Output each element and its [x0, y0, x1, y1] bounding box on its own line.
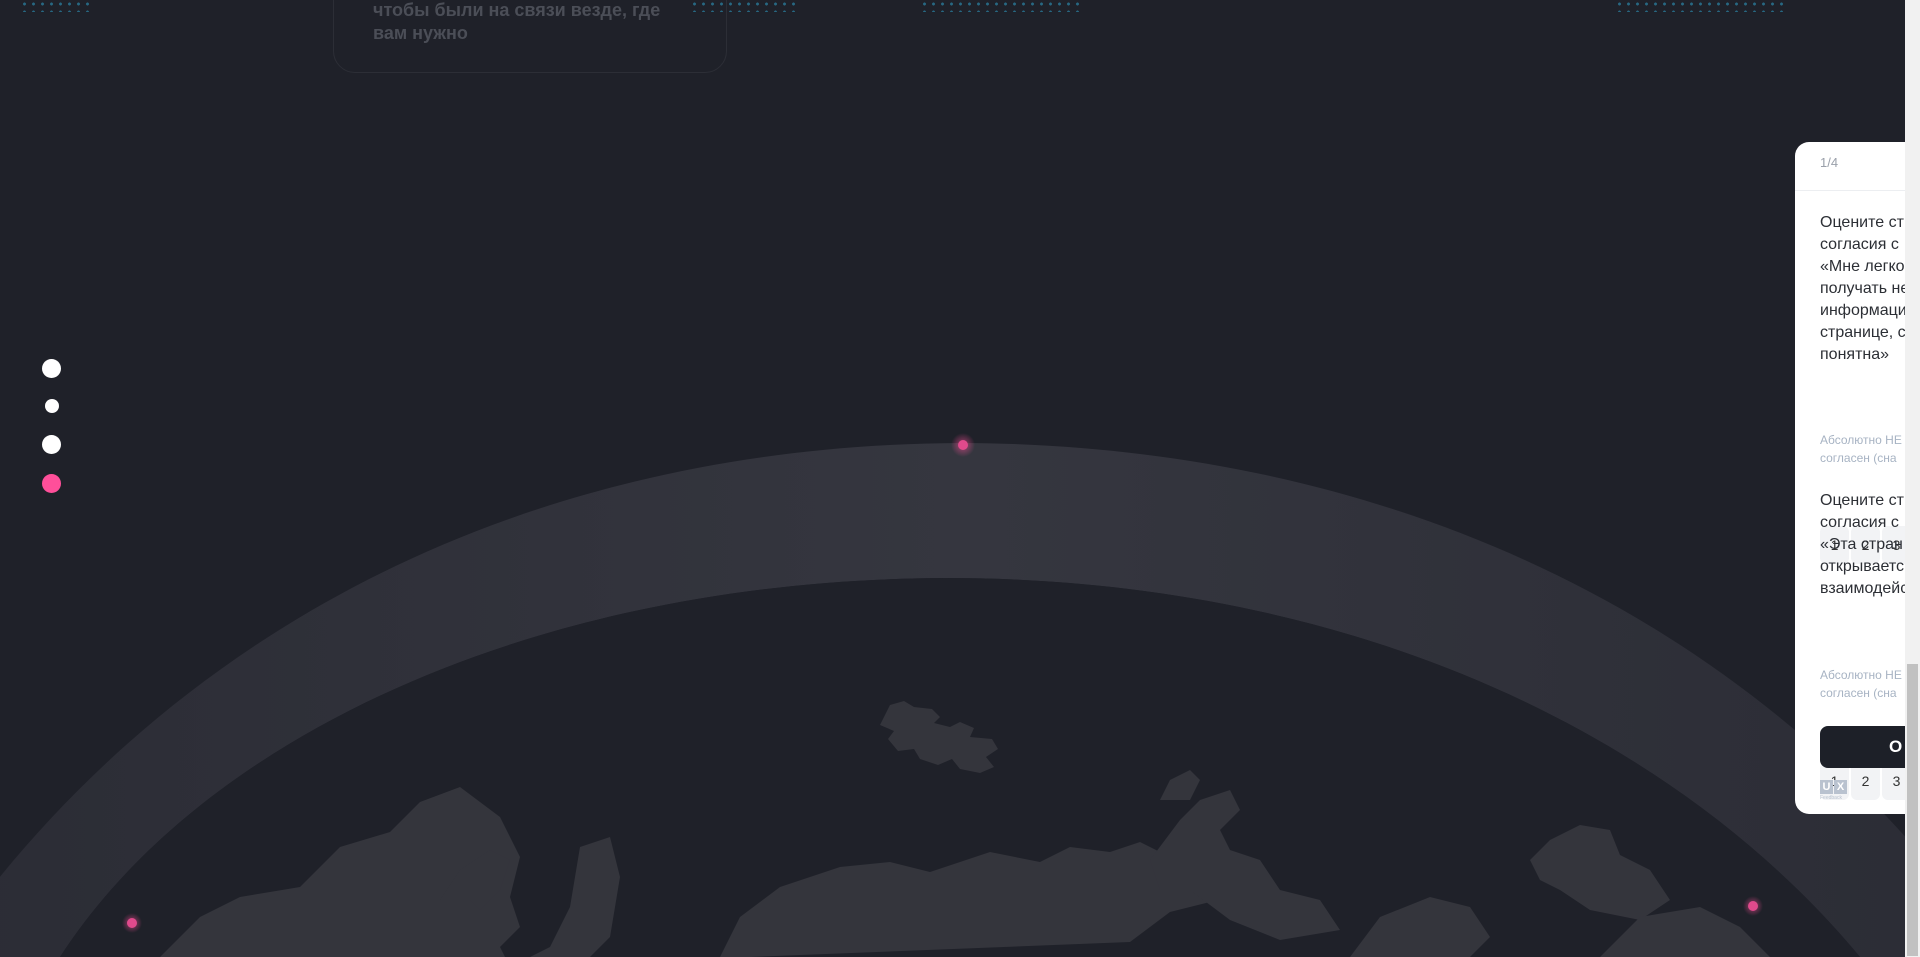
- logo-letter-u: U: [1820, 780, 1833, 794]
- globe-marker-right-core: [1748, 901, 1758, 911]
- section-nav-dot-2[interactable]: [45, 399, 59, 413]
- logo-caption: Feedback: [1820, 795, 1842, 801]
- scrollbar-thumb[interactable]: [1907, 664, 1918, 956]
- globe-marker-left-core: [127, 918, 137, 928]
- survey-divider: [1795, 190, 1920, 191]
- survey-step-counter: 1/4: [1820, 155, 1839, 170]
- uxfeedback-logo[interactable]: U X Feedback: [1820, 780, 1847, 801]
- page: чтобы были на связи везде, где вам нужно: [0, 0, 1920, 957]
- section-nav-dot-3[interactable]: [42, 435, 61, 454]
- feedback-survey-panel: 1/4 Оцените ст согласия с «Мне легко пол…: [1795, 142, 1920, 814]
- page-scrollbar[interactable]: [1905, 0, 1920, 957]
- section-nav-dot-1[interactable]: [42, 359, 61, 378]
- section-nav-dot-4-active[interactable]: [42, 474, 61, 493]
- logo-letter-x: X: [1834, 780, 1847, 794]
- globe-marker-top-core: [958, 440, 968, 450]
- globe-illustration: [0, 433, 1920, 957]
